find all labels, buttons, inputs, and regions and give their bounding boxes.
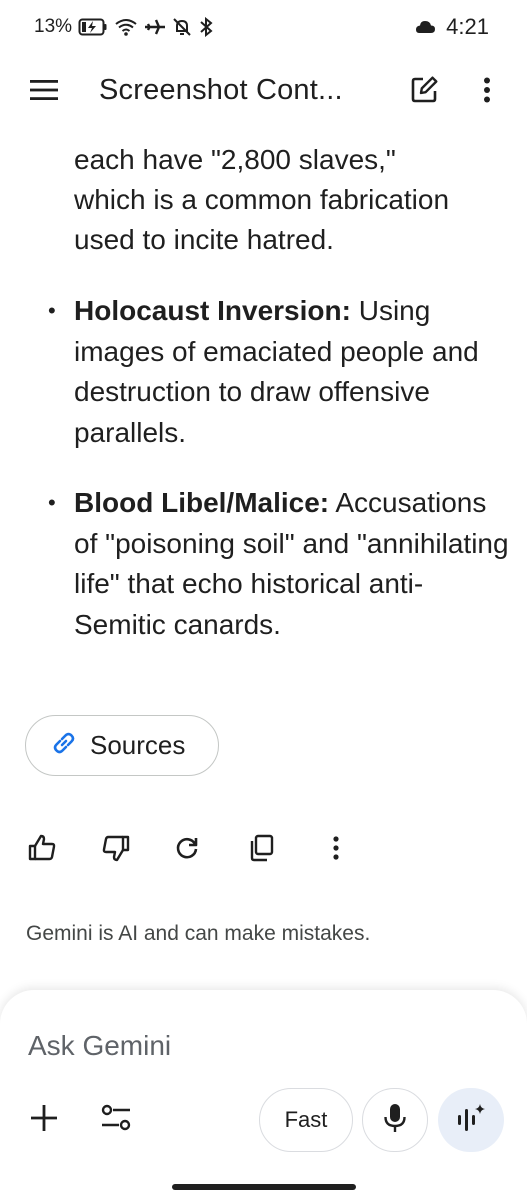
battery-charging-icon: [78, 17, 108, 37]
thumbs-down-icon: [101, 833, 131, 868]
mode-label: Fast: [284, 1107, 328, 1132]
more-vert-icon: [332, 835, 340, 866]
edit-icon: [410, 76, 438, 109]
response-actions: [0, 826, 527, 874]
microphone-button[interactable]: [362, 1088, 428, 1152]
tools-button[interactable]: [96, 1100, 136, 1140]
status-right: 4:21: [414, 14, 489, 40]
mic-icon: [383, 1103, 407, 1138]
response-line: used to incite hatred.: [74, 224, 334, 255]
regenerate-button[interactable]: [167, 830, 207, 870]
bluetooth-icon: [198, 17, 214, 37]
bullet-dot: •: [48, 298, 56, 323]
more-options-button[interactable]: [467, 72, 507, 112]
thumbs-up-button[interactable]: [22, 830, 62, 870]
bullet-item-blood-libel: • Blood Libel/Malice: Accusations of "po…: [48, 483, 514, 645]
thumbs-down-button[interactable]: [96, 830, 136, 870]
clock: 4:21: [446, 14, 489, 39]
conversation-title[interactable]: Screenshot Cont...: [99, 74, 343, 107]
link-icon: [50, 729, 78, 762]
more-vert-icon: [483, 77, 491, 108]
app-bar: Screenshot Cont...: [0, 60, 527, 124]
new-chat-button[interactable]: [404, 72, 444, 112]
bullet-item-holocaust-inversion: • Holocaust Inversion: Using images of e…: [48, 291, 514, 453]
live-icon: [456, 1103, 486, 1138]
bullet-heading: Holocaust Inversion:: [74, 295, 351, 326]
battery-percent: 13%: [34, 16, 73, 37]
response-more-button[interactable]: [316, 830, 356, 870]
status-bar: 13% 4:21: [0, 0, 527, 56]
sources-label: Sources: [90, 730, 186, 760]
home-indicator[interactable]: [172, 1184, 356, 1190]
response-line: each have "2,800 slaves,": [74, 144, 396, 175]
bullet-dot: •: [48, 490, 56, 515]
add-attachment-button[interactable]: [24, 1100, 64, 1140]
airplane-icon: [144, 17, 166, 37]
gemini-live-button[interactable]: [438, 1088, 504, 1152]
menu-icon: [29, 79, 59, 106]
wifi-icon: [114, 17, 138, 37]
copy-icon: [248, 834, 274, 867]
mode-selector-button[interactable]: Fast: [259, 1088, 353, 1152]
ask-gemini-input[interactable]: [28, 1026, 498, 1066]
thumbs-up-icon: [27, 833, 57, 868]
tools-icon: [100, 1103, 132, 1138]
cloud-icon: [414, 19, 436, 35]
copy-button[interactable]: [241, 830, 281, 870]
notifications-off-icon: [172, 17, 192, 37]
menu-button[interactable]: [24, 74, 64, 110]
response-line: which is a common fabrication: [74, 184, 450, 215]
regenerate-icon: [174, 835, 200, 866]
plus-icon: [30, 1104, 58, 1137]
response-intro: each have "2,800 slaves," which is a com…: [74, 140, 514, 260]
sources-button[interactable]: Sources: [25, 715, 219, 776]
ai-disclaimer: Gemini is AI and can make mistakes.: [26, 922, 371, 945]
bullet-heading: Blood Libel/Malice:: [74, 487, 330, 518]
status-left: 13%: [34, 16, 214, 38]
